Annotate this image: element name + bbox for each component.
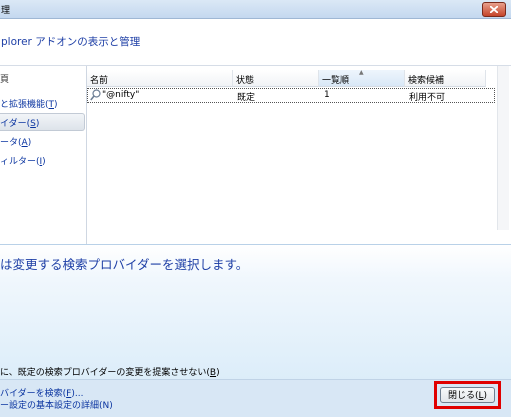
sidebar-heading: 頁 bbox=[0, 75, 10, 85]
provider-name: "@nifty" bbox=[102, 90, 140, 100]
sidebar-item-toolbars-extensions[interactable]: と拡張機能(T) bbox=[0, 97, 58, 110]
search-icon bbox=[90, 89, 101, 101]
sidebar-item-label: と拡張機能( bbox=[0, 100, 49, 110]
column-header-name[interactable]: 名前 bbox=[87, 70, 233, 87]
close-button-highlight: 閉じる(L) bbox=[434, 381, 501, 409]
provider-status: 既定 bbox=[237, 93, 256, 103]
close-button[interactable]: 閉じる(L) bbox=[440, 387, 495, 403]
close-icon bbox=[490, 6, 498, 13]
provider-order: 1 bbox=[324, 90, 330, 100]
window-close-button[interactable] bbox=[482, 2, 506, 17]
search-preferences-link[interactable]: ー設定の基本設定の詳細(N) bbox=[0, 398, 113, 411]
title-bar: 理 bbox=[0, 0, 511, 19]
column-header-suggestions[interactable]: 検索候補 bbox=[405, 70, 486, 87]
sidebar-item-label: ィルター( bbox=[0, 157, 40, 167]
table-row[interactable]: "@nifty" 既定 1 利用不可 bbox=[87, 88, 495, 103]
provider-suggestions: 利用不可 bbox=[409, 93, 446, 103]
sidebar-item-search-providers[interactable]: イダー(S) bbox=[0, 116, 39, 129]
details-pane: は変更する検索プロバイダーを選択します。 に、既定の検索プロバイダーの変更を提案… bbox=[0, 244, 511, 380]
dialog-footer: バイダーを検索(F)... ー設定の基本設定の詳細(N) 閉じる(L) bbox=[0, 379, 511, 417]
selection-prompt: は変更する検索プロバイダーを選択します。 bbox=[0, 257, 249, 272]
page-title: plorer アドオンの表示と管理 bbox=[1, 36, 141, 48]
sidebar-item-label: イダー( bbox=[0, 119, 31, 129]
search-provider-list[interactable]: 名前 状態 一覧順 ▲ 検索候補 "@nifty" 既定 1 利用不可 bbox=[87, 69, 496, 230]
sidebar-item-label: ータ( bbox=[0, 138, 22, 148]
main-panel: 頁 と拡張機能(T) イダー(S) ータ(A) ィルター(I) 名前 状態 一覧… bbox=[0, 65, 511, 245]
sidebar-item-inprivate-filtering[interactable]: ィルター(I) bbox=[0, 154, 46, 167]
sort-ascending-icon: ▲ bbox=[359, 69, 364, 76]
block-provider-change-checkbox-label[interactable]: に、既定の検索プロバイダーの変更を提案させない(B) bbox=[0, 365, 220, 378]
column-header-order[interactable]: 一覧順 ▲ bbox=[319, 69, 405, 87]
window-title: 理 bbox=[1, 6, 11, 16]
sidebar-item-accelerators[interactable]: ータ(A) bbox=[0, 135, 31, 148]
column-header-status[interactable]: 状態 bbox=[233, 70, 319, 87]
list-scrollbar[interactable] bbox=[497, 66, 509, 230]
dialog-header: plorer アドオンの表示と管理 bbox=[0, 19, 511, 65]
addon-type-sidebar: 頁 と拡張機能(T) イダー(S) ータ(A) ィルター(I) bbox=[0, 66, 87, 245]
